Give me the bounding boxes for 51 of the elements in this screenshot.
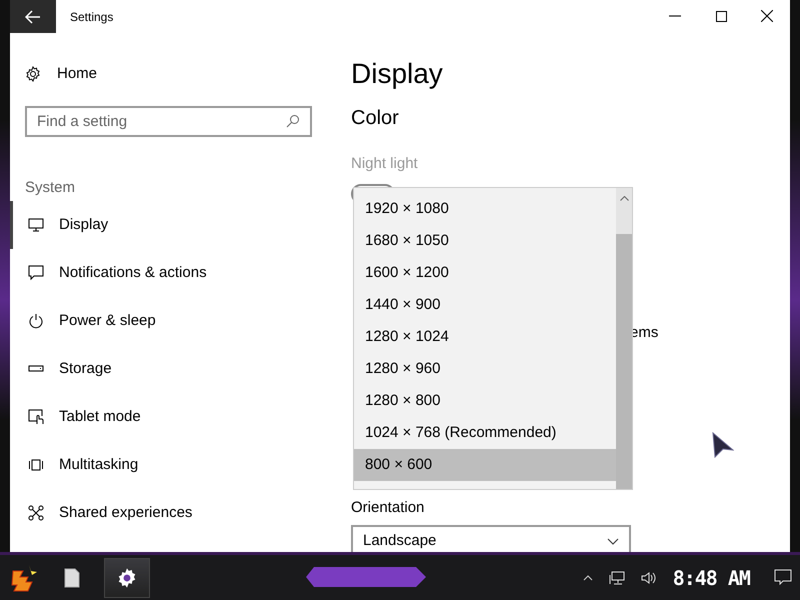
mouse-pointer-icon: [712, 432, 734, 458]
dropdown-option[interactable]: 1024 × 768 (Recommended): [354, 417, 616, 449]
section-label: System: [25, 178, 76, 195]
window-title: Settings: [70, 8, 114, 26]
sidebar-item[interactable]: Shared experiences: [10, 489, 340, 537]
chevron-up-icon[interactable]: [582, 574, 593, 580]
dropdown-option[interactable]: 1680 × 1050: [354, 225, 616, 257]
close-icon: [761, 10, 773, 22]
notification-icon[interactable]: [774, 569, 792, 586]
section-heading: Color: [351, 106, 399, 131]
dropdown-option[interactable]: 1280 × 960: [354, 353, 616, 385]
page-title: Display: [351, 57, 443, 91]
scroll-up-icon[interactable]: [620, 196, 628, 201]
sidebar-item[interactable]: Notifications & actions: [10, 249, 340, 297]
back-button[interactable]: [10, 0, 56, 33]
sidebar-item[interactable]: Storage: [10, 345, 340, 393]
setting-label: Night light: [351, 154, 418, 174]
sidebar-item[interactable]: Power & sleep: [10, 297, 340, 345]
dropdown-option[interactable]: 1440 × 900: [354, 289, 616, 321]
taskbar-app-button[interactable]: [104, 558, 150, 598]
dropdown-option[interactable]: 1600 × 1200: [354, 257, 616, 289]
network-icon[interactable]: [608, 570, 625, 584]
sidebar-item[interactable]: Multitasking: [10, 441, 340, 489]
minimize-icon: [669, 15, 681, 18]
monitor-icon: [28, 217, 44, 233]
search-icon: [286, 114, 300, 128]
dropdown-option[interactable]: 1920 × 1080: [354, 193, 616, 225]
speech-bubble-icon: [28, 265, 44, 281]
volume-icon[interactable]: [640, 570, 657, 584]
dropdown-option[interactable]: 800 × 600: [354, 449, 616, 481]
scrollbar-thumb[interactable]: [616, 234, 632, 489]
sidebar-item[interactable]: Display: [10, 201, 340, 249]
maximize-icon: [716, 10, 726, 22]
back-arrow-icon: [25, 10, 41, 24]
gear-icon: [25, 66, 41, 82]
gear-icon: [116, 566, 138, 588]
home-link[interactable]: Home: [25, 62, 340, 86]
dropdown-option[interactable]: 1280 × 1024: [354, 321, 616, 353]
dropdown-option[interactable]: 1280 × 800: [354, 385, 616, 417]
chevron-down-icon: [607, 538, 619, 545]
scrollbar[interactable]: [616, 188, 632, 489]
file-icon: [64, 568, 80, 588]
clock[interactable]: 8:48 AM: [672, 562, 750, 592]
sidebar-item[interactable]: Tablet mode: [10, 393, 340, 441]
network-nodes-icon: [28, 505, 44, 521]
search-field[interactable]: Find a setting: [25, 106, 312, 137]
tablet-hand-icon: [28, 409, 44, 425]
window-icon: [28, 457, 44, 473]
setting-label: Orientation: [351, 498, 424, 518]
orientation-dropdown[interactable]: Landscape: [351, 525, 631, 552]
power-icon: [28, 313, 44, 329]
